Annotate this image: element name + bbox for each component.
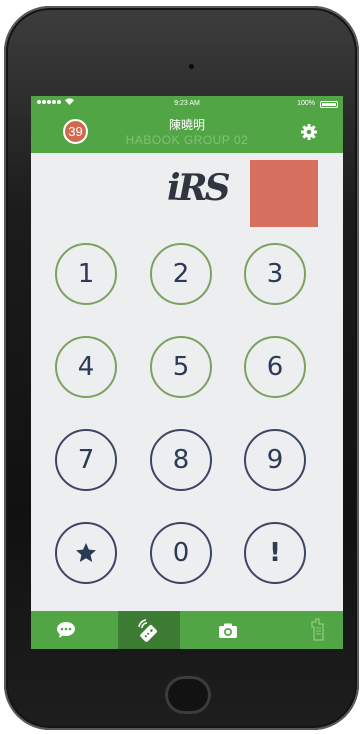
home-button[interactable] xyxy=(165,676,211,714)
gear-icon[interactable] xyxy=(300,123,318,141)
key-8[interactable]: 8 xyxy=(150,429,212,491)
battery-percent: 100% xyxy=(297,100,315,107)
key-6[interactable]: 6 xyxy=(244,336,306,398)
hand-raise-icon xyxy=(310,618,326,642)
key-1[interactable]: 1 xyxy=(55,243,117,305)
student-name: 陳曉明 xyxy=(168,118,205,132)
phone-camera xyxy=(189,64,194,69)
chat-icon xyxy=(56,621,76,639)
group-name: HABOOK GROUP 02 xyxy=(125,133,249,147)
key-star[interactable] xyxy=(55,522,117,584)
app-screen: 9:23 AM 100% 39 陳曉明 HABOOK GROUP 02 iRS … xyxy=(31,96,343,649)
tab-chat[interactable] xyxy=(35,611,97,649)
camera-icon xyxy=(218,622,238,639)
key-exclamation[interactable]: ! xyxy=(244,522,306,584)
key-0[interactable]: 0 xyxy=(150,522,212,584)
app-header: 9:23 AM 100% 39 陳曉明 HABOOK GROUP 02 xyxy=(31,96,343,153)
key-7[interactable]: 7 xyxy=(55,429,117,491)
key-4[interactable]: 4 xyxy=(55,336,117,398)
response-color-box xyxy=(250,160,318,227)
tab-camera[interactable] xyxy=(197,611,259,649)
battery-icon xyxy=(320,101,338,108)
key-9[interactable]: 9 xyxy=(244,429,306,491)
key-5[interactable]: 5 xyxy=(150,336,212,398)
irs-logo: iRS xyxy=(167,167,231,209)
tab-remote[interactable] xyxy=(118,611,180,649)
remote-control-icon xyxy=(136,618,162,642)
key-3[interactable]: 3 xyxy=(244,243,306,305)
star-icon xyxy=(74,541,98,565)
tab-hand-raise[interactable] xyxy=(287,611,343,649)
status-bar: 9:23 AM 100% xyxy=(31,98,343,110)
key-2[interactable]: 2 xyxy=(150,243,212,305)
bottom-tab-bar xyxy=(31,611,343,649)
